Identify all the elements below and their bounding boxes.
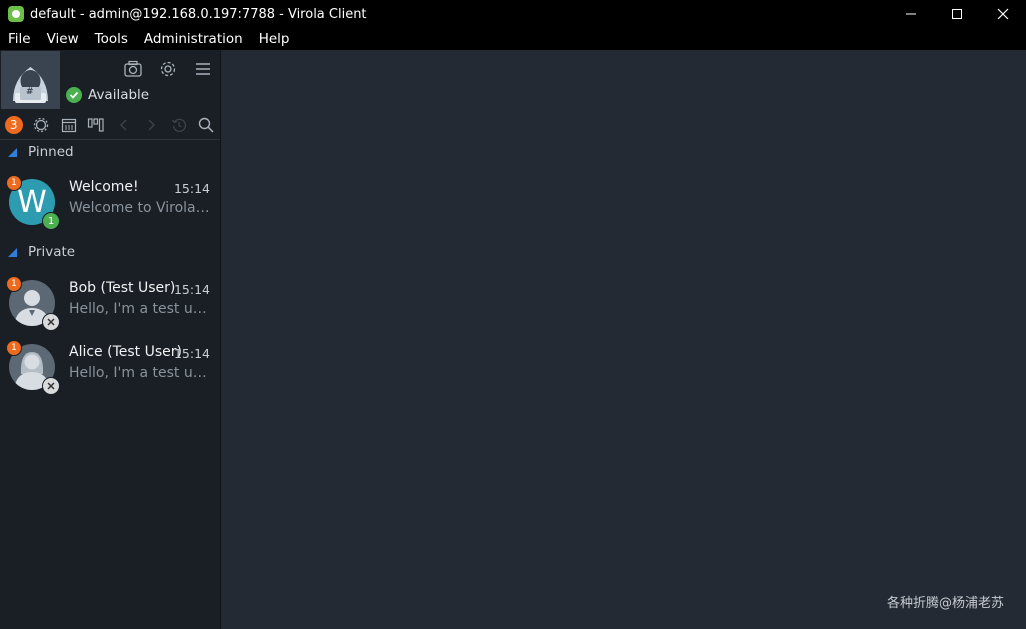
chat-time: 15:14 <box>173 282 210 297</box>
settings-cog-icon <box>34 117 49 133</box>
sidebar: # Available 3 Pinned W 1 1 Welcome! 15:1… <box>0 50 221 629</box>
menu-help[interactable]: Help <box>251 28 298 50</box>
chat-time: 15:14 <box>173 346 210 361</box>
menu-view[interactable]: View <box>39 28 87 50</box>
close-button[interactable] <box>980 0 1026 28</box>
tasks-icon <box>88 118 104 132</box>
maximize-button[interactable] <box>934 0 980 28</box>
chat-preview: Hello, I'm a test use... <box>69 301 211 317</box>
section-private-label: Private <box>28 244 76 260</box>
collapse-triangle-icon <box>8 247 17 257</box>
profile-actions <box>122 58 214 80</box>
unread-count-badge: 3 <box>4 116 23 134</box>
calendar-icon <box>61 118 76 133</box>
history-button[interactable] <box>165 111 193 139</box>
calendar-button[interactable] <box>55 111 83 139</box>
chat-name: Welcome! <box>69 179 139 195</box>
forward-button[interactable] <box>138 111 166 139</box>
chat-time: 15:14 <box>173 181 210 196</box>
close-icon <box>997 8 1009 20</box>
screenshot-button[interactable] <box>122 58 144 80</box>
hamburger-icon <box>196 63 210 75</box>
member-count-badge: 1 <box>42 212 60 230</box>
check-icon <box>66 87 82 103</box>
chat-content-area <box>221 50 1026 629</box>
section-pinned-label: Pinned <box>28 144 74 160</box>
offline-status-icon <box>42 313 60 331</box>
menu-tools[interactable]: Tools <box>87 28 136 50</box>
gear-icon <box>160 61 176 77</box>
search-icon <box>199 117 214 133</box>
presence-status[interactable]: Available <box>66 87 149 103</box>
main-menu-button[interactable] <box>192 58 214 80</box>
chat-item-welcome[interactable]: W 1 1 Welcome! 15:14 Welcome to Virola .… <box>0 175 220 235</box>
history-icon <box>171 118 186 132</box>
maximize-icon <box>952 9 962 19</box>
status-label: Available <box>88 87 150 103</box>
section-private[interactable]: Private <box>8 244 75 260</box>
window-controls <box>888 0 1026 28</box>
chat-preview: Welcome to Virola ... <box>69 200 211 216</box>
chat-item-bob[interactable]: 1 Bob (Test User) 15:14 Hello, I'm a tes… <box>0 276 220 336</box>
window-title: default - admin@192.168.0.197:7788 - Vir… <box>30 6 367 22</box>
collapse-triangle-icon <box>8 147 17 157</box>
menu-administration[interactable]: Administration <box>136 28 251 50</box>
section-pinned[interactable]: Pinned <box>8 144 74 160</box>
watermark-text: 各种折腾@杨浦老苏 <box>886 596 1004 611</box>
forward-icon <box>148 119 156 131</box>
virola-app-icon <box>8 6 24 22</box>
chat-name: Bob (Test User) <box>69 280 176 296</box>
unread-filter-button[interactable]: 3 <box>0 111 28 139</box>
user-avatar[interactable]: # <box>1 51 60 109</box>
menu-bar: File View Tools Administration Help <box>0 28 1026 50</box>
sidebar-toolbar: 3 <box>0 111 220 140</box>
unread-badge: 1 <box>6 175 22 191</box>
settings-cog-button[interactable] <box>28 111 56 139</box>
chat-preview: Hello, I'm a test use... <box>69 365 211 381</box>
channel-avatar-letter: W <box>17 184 47 220</box>
unread-badge: 1 <box>6 276 22 292</box>
minimize-icon <box>906 13 916 15</box>
hacker-avatar-icon <box>13 67 48 103</box>
minimize-button[interactable] <box>888 0 934 28</box>
title-bar: default - admin@192.168.0.197:7788 - Vir… <box>0 0 1026 28</box>
search-button[interactable] <box>193 111 221 139</box>
settings-button[interactable] <box>157 58 179 80</box>
chat-name: Alice (Test User) <box>69 344 182 360</box>
camera-icon <box>124 60 142 77</box>
back-icon <box>119 119 127 131</box>
chat-item-alice[interactable]: 1 Alice (Test User) 15:14 Hello, I'm a t… <box>0 340 220 400</box>
avatar-symbol: # <box>26 87 34 97</box>
tasks-button[interactable] <box>83 111 111 139</box>
unread-badge: 1 <box>6 340 22 356</box>
menu-file[interactable]: File <box>0 28 39 50</box>
offline-status-icon <box>42 377 60 395</box>
back-button[interactable] <box>110 111 138 139</box>
